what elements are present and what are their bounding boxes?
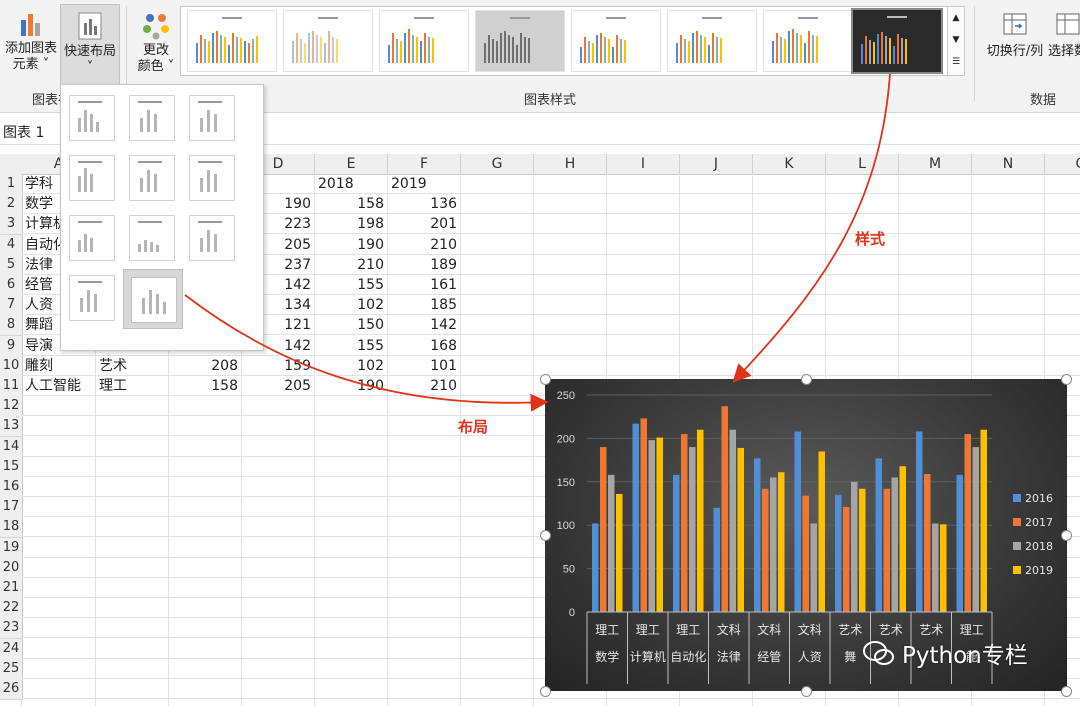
watermark-text: Python专栏	[902, 643, 1028, 669]
annotation-style: 样式	[855, 230, 886, 248]
style-arrow	[732, 73, 891, 383]
wechat-icon	[863, 641, 894, 665]
watermark: Python专栏	[862, 636, 1028, 670]
layout-arrow	[184, 294, 549, 412]
annotation-arrows	[184, 73, 891, 412]
annotation-layout: 布局	[458, 418, 489, 436]
